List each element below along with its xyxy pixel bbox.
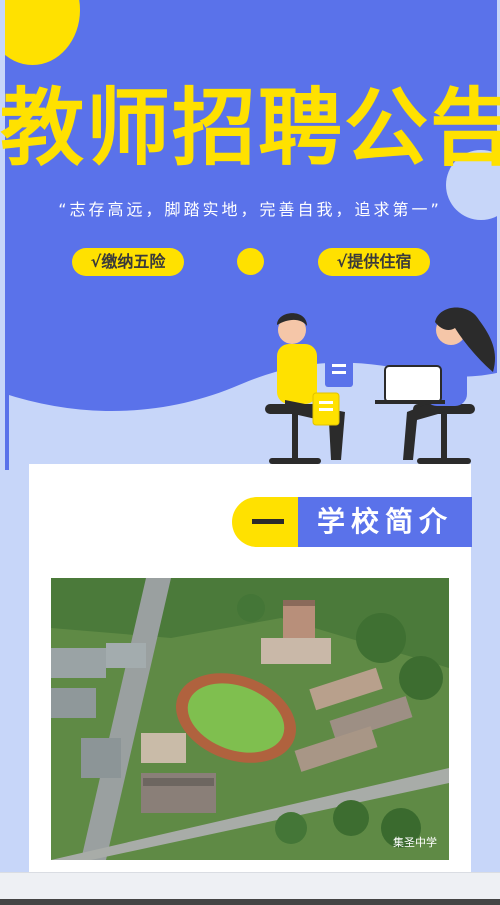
school-aerial-illustration bbox=[51, 578, 449, 860]
page-title: 教师招聘公告 bbox=[0, 79, 500, 177]
decor-dot bbox=[237, 248, 264, 275]
photo-watermark: 集圣中学 bbox=[393, 836, 437, 849]
section-number-dash bbox=[252, 519, 284, 524]
benefit-badge-housing: √提供住宿 bbox=[318, 248, 430, 276]
bottom-strip bbox=[0, 899, 500, 905]
people-illustration bbox=[265, 307, 496, 464]
recruitment-poster: 教师招聘公告 “志存高远，脚踏实地，完善自我，追求第一” √缴纳五险 √提供住宿 bbox=[0, 0, 500, 905]
section-header: 学校简介 bbox=[232, 497, 472, 547]
slogan: “志存高远，脚踏实地，完善自我，追求第一” bbox=[58, 200, 442, 219]
benefit-badge-insurance: √缴纳五险 bbox=[72, 248, 184, 276]
school-aerial-photo: 集圣中学 bbox=[51, 578, 449, 860]
section-title: 学校简介 bbox=[298, 497, 472, 547]
